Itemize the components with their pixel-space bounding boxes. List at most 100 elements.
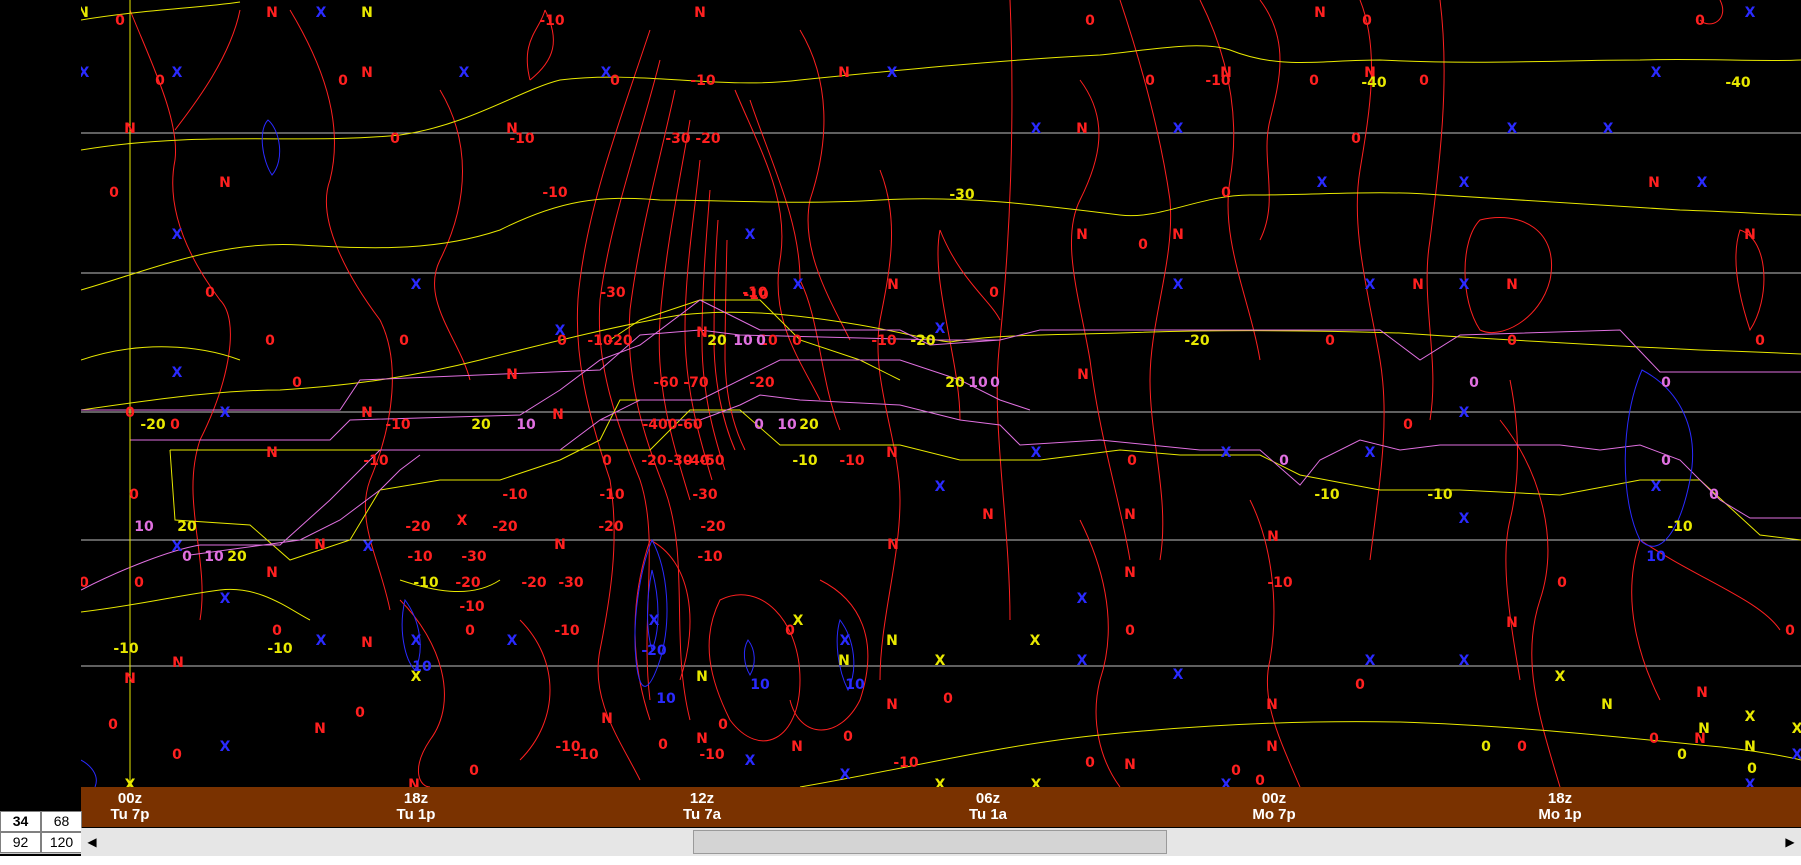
- red-contour: [1426, 0, 1445, 421]
- contour-label-blue: X: [1173, 121, 1184, 137]
- contour-label-violet: 0: [1661, 453, 1671, 469]
- red-contour: [1505, 379, 1521, 681]
- contour-label-blue: 10: [750, 677, 770, 693]
- scrollbar-thumb[interactable]: [693, 830, 1167, 854]
- tick-day-label: Tu 7p: [110, 806, 150, 823]
- contour-label-blue: X: [1221, 777, 1232, 787]
- contour-label-red: 0: [1785, 623, 1795, 639]
- level-cell[interactable]: 68: [41, 811, 82, 832]
- contour-label-yellow: N: [81, 5, 89, 21]
- contour-label-red: N: [1314, 5, 1326, 21]
- time-height-plot[interactable]: 0 N -10 N 0 N 0 0 0 0 N 0 -10 N 0 -10 N 0 N 0 N 0 N -10 -30 -20 N 0…: [81, 0, 1801, 787]
- contour-canvas: 0 N -10 N 0 N 0 0 0 0 N 0 -10 N 0 -10 N 0 N 0 N 0 N -10 -30 -20 N 0…: [81, 0, 1801, 787]
- contour-label-red: N: [696, 731, 708, 747]
- tick-day-label: Tu 1a: [968, 806, 1008, 823]
- yellow-contours: [81, 1, 1801, 787]
- contour-label-blue: X: [840, 633, 851, 649]
- level-cell[interactable]: 34: [0, 811, 41, 832]
- tick-time-label: 00z: [117, 790, 143, 807]
- contour-label-yellow: N: [1744, 739, 1756, 755]
- contour-label-red: 0: [109, 185, 119, 201]
- contour-label-blue: 10: [1646, 549, 1666, 565]
- contour-label-red: 0: [108, 717, 118, 733]
- contour-label-blue: X: [220, 591, 231, 607]
- contour-label-red: N: [886, 697, 898, 713]
- contour-label-red: 0: [610, 73, 620, 89]
- contour-label-blue: X: [1459, 175, 1470, 191]
- red-contour: [1070, 79, 1131, 561]
- contour-label-blue: X: [1603, 121, 1614, 137]
- contour-label-red: 0: [1351, 131, 1361, 147]
- contour-label-yellow: -10: [413, 575, 439, 591]
- contour-label-blue: 10: [412, 659, 432, 675]
- contour-label-blue: X: [363, 539, 374, 555]
- level-cell[interactable]: 92: [0, 832, 41, 853]
- contour-label-blue: X: [649, 613, 660, 629]
- contour-label-red: 0: [265, 333, 275, 349]
- contour-label-red: 0: [1649, 731, 1659, 747]
- contour-label-blue: X: [935, 479, 946, 495]
- contour-label-red: N: [552, 407, 564, 423]
- contour-label-blue: X: [1507, 121, 1518, 137]
- contour-label-red: N: [361, 65, 373, 81]
- contour-label-red: N: [1077, 367, 1089, 383]
- level-cell[interactable]: 120: [41, 832, 82, 853]
- red-contour: [519, 619, 551, 761]
- contour-label-yellow: X: [1792, 721, 1801, 737]
- contour-label-red: 0: [125, 405, 135, 421]
- contour-label-red: -10: [690, 73, 716, 89]
- tick-time-label: 00z: [1261, 790, 1287, 807]
- contour-label-red: N: [887, 277, 899, 293]
- contour-label-red: -20: [607, 333, 633, 349]
- contour-label-red: -30: [665, 131, 691, 147]
- contour-label-red: 0: [1125, 623, 1135, 639]
- contour-label-yellow: -10: [1427, 487, 1453, 503]
- arrow-right-icon[interactable]: ▶: [1779, 828, 1801, 856]
- contour-label-red: N: [506, 367, 518, 383]
- contour-label-red: 0: [1085, 755, 1095, 771]
- time-tick: 00z Mo 7p: [1219, 791, 1329, 823]
- contour-label-red: N: [1220, 65, 1232, 81]
- contour-label-red: -20: [405, 519, 431, 535]
- contour-label-yellow: 20: [227, 549, 247, 565]
- contour-label-red: 0: [843, 729, 853, 745]
- contour-label-blue: X: [1745, 5, 1756, 21]
- contour-label-yellow: N: [1601, 697, 1613, 713]
- contour-label-violet: 0: [182, 549, 192, 565]
- contour-label-red: -10: [893, 755, 919, 771]
- contour-label-red: -10: [743, 287, 769, 303]
- contour-label-blue: X: [172, 539, 183, 555]
- contour-label-yellow: -20: [1184, 333, 1210, 349]
- contour-label-blue: X: [1077, 653, 1088, 669]
- contour-label-violet: 10: [968, 375, 988, 391]
- red-contour: [789, 579, 869, 731]
- contour-label-red: 0: [469, 763, 479, 779]
- contour-label-red: -10: [839, 453, 865, 469]
- contour-label-red: 0: [1145, 73, 1155, 89]
- contour-label-red: -10: [407, 549, 433, 565]
- arrow-left-icon[interactable]: ◀: [81, 828, 103, 856]
- contour-label-red: -20: [598, 519, 624, 535]
- contour-label-blue: X: [840, 767, 851, 783]
- red-contour: [289, 9, 393, 611]
- red-contour: [1464, 217, 1552, 334]
- contour-label-blue: X: [1651, 65, 1662, 81]
- contour-label-blue: -20: [641, 643, 667, 659]
- contour-label-red: -10: [1267, 575, 1293, 591]
- left-gutter: [0, 0, 81, 787]
- contour-label-red: -10: [509, 131, 535, 147]
- contour-label-yellow: -20: [910, 333, 936, 349]
- contour-label-red: 0: [1138, 237, 1148, 253]
- contour-label-red: -60: [653, 375, 679, 391]
- contour-label-red: 0: [129, 487, 139, 503]
- contour-label-yellow: -10: [1667, 519, 1693, 535]
- contour-label-violet: 0: [1709, 487, 1719, 503]
- tick-time-label: 18z: [1547, 790, 1573, 807]
- time-tick: 06z Tu 1a: [933, 791, 1043, 823]
- red-contour: [1735, 229, 1765, 332]
- contour-label-red: 0: [81, 575, 89, 591]
- contour-label-red: -20: [700, 519, 726, 535]
- contour-label-red: 0: [172, 747, 182, 763]
- horizontal-scrollbar[interactable]: ◀ ▶: [81, 828, 1801, 856]
- contour-label-blue: X: [745, 753, 756, 769]
